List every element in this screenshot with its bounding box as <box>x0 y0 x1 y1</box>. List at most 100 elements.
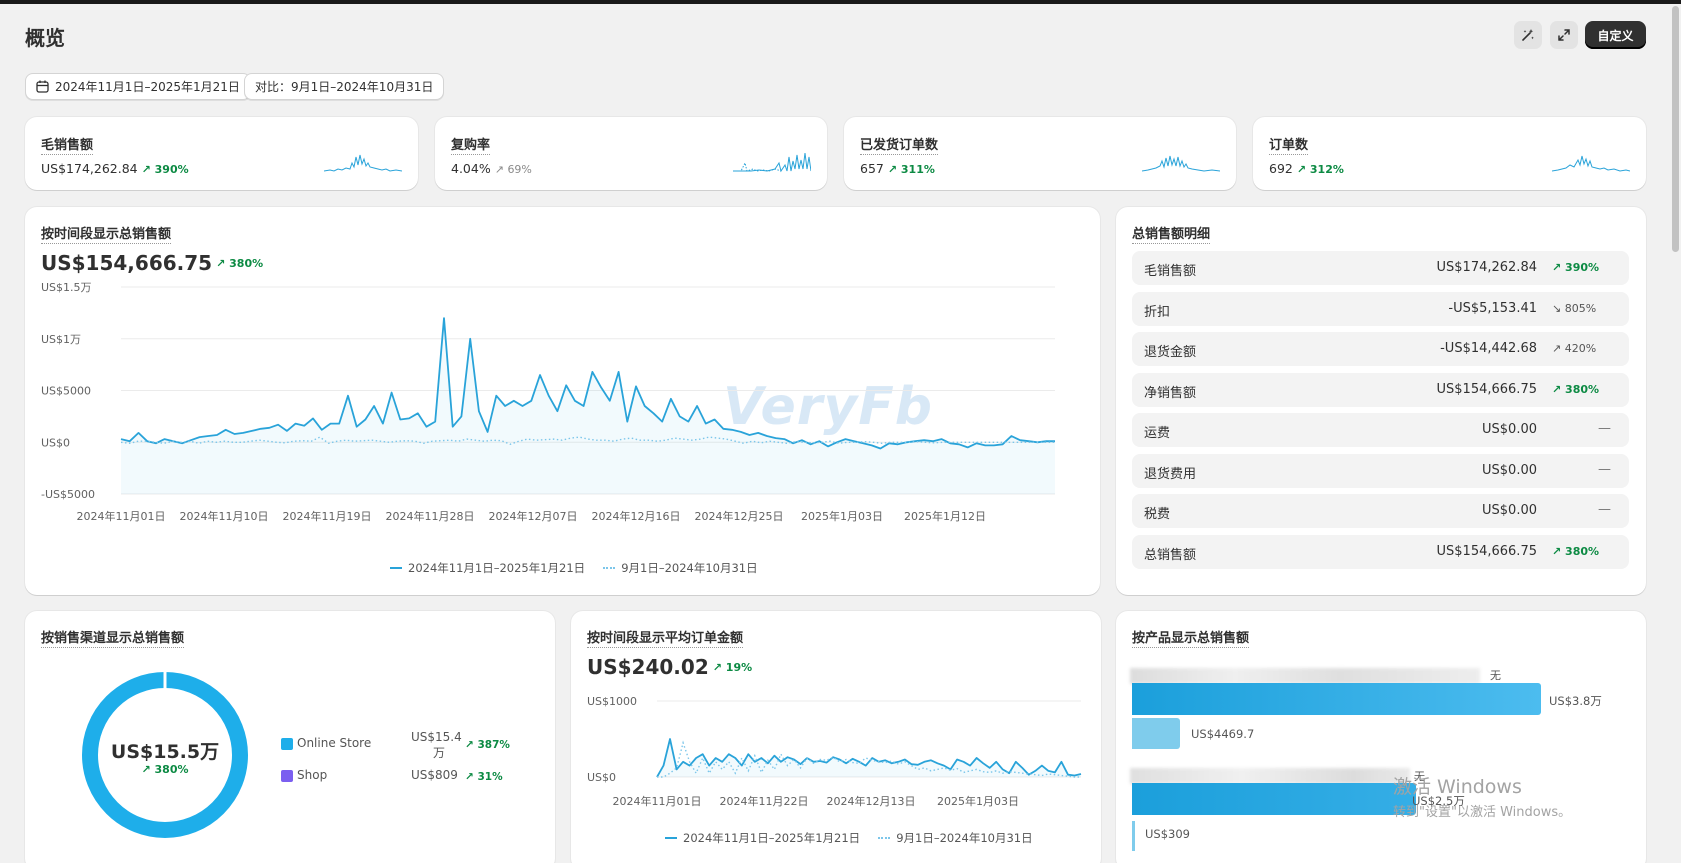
kpi-sparkline <box>1142 155 1220 172</box>
channel-delta: ↗ 31% <box>465 771 503 783</box>
channel-name: Shop <box>297 768 328 782</box>
legend-current-label: 2024年11月1日–2025年1月21日 <box>408 561 586 575</box>
product-bar-previous[interactable] <box>1132 821 1135 851</box>
kpi-title: 订单数 <box>1269 134 1309 155</box>
date-range-label: 2024年11月1日–2025年1月21日 <box>55 80 240 94</box>
breakdown-row[interactable]: 退货费用 US$0.00 — <box>1132 453 1629 488</box>
y-tick-label: -US$5000 <box>41 488 95 501</box>
kpi-delta: ↗ 69% <box>494 163 532 176</box>
breakdown-label: 折扣 <box>1144 304 1171 320</box>
card-title: 按销售渠道显示总销售额 <box>41 627 185 648</box>
channel-swatch-shop <box>281 770 293 782</box>
breakdown-value: US$0.00 <box>1482 462 1537 478</box>
breakdown-row[interactable]: 净销售额 US$154,666.75 ↗ 380% <box>1132 372 1629 407</box>
breakdown-label: 税费 <box>1144 507 1171 522</box>
product-bar-label: US$309 <box>1145 827 1190 841</box>
customize-button[interactable]: 自定义 <box>1585 21 1646 49</box>
breakdown-label: 运费 <box>1144 426 1171 441</box>
donut-center-delta: ↗ 380% <box>141 763 189 776</box>
breakdown-label: 毛销售额 <box>1144 264 1197 279</box>
breakdown-delta: ↗ 380% <box>1552 544 1600 558</box>
calendar-icon <box>36 80 49 93</box>
product-bar-current[interactable] <box>1132 683 1541 715</box>
breakdown-value: -US$14,442.68 <box>1440 341 1537 356</box>
product-name-blurred <box>1130 668 1480 684</box>
kpi-title: 毛销售额 <box>41 134 94 155</box>
expand-icon <box>1558 29 1570 41</box>
page-title: 概览 <box>25 26 65 50</box>
page-scrollbar[interactable] <box>1670 4 1681 863</box>
kpi-card-shipped-orders[interactable]: 已发货订单数 657 ↗ 311% <box>844 117 1236 190</box>
x-tick-label: 2024年11月28日 <box>386 509 475 523</box>
product-bar-previous[interactable] <box>1132 718 1180 749</box>
legend-previous-label: 9月1日–2024年10月31日 <box>896 831 1033 845</box>
sales-by-product-card: 按产品显示总销售额 无 US$3.8万 US$4469.7 无 US$2.5万 … <box>1116 611 1646 863</box>
kpi-value: 657 <box>860 161 884 176</box>
x-tick-label: 2024年12月16日 <box>592 509 681 523</box>
legend-previous-swatch <box>603 567 616 569</box>
product-bar-current[interactable] <box>1132 783 1416 815</box>
breakdown-label: 净销售额 <box>1144 385 1197 401</box>
series-area <box>657 739 1081 777</box>
breakdown-delta: ↗ 380% <box>1552 382 1600 396</box>
breakdown-row[interactable]: 运费 US$0.00 — <box>1132 413 1629 447</box>
x-tick-label: 2024年12月25日 <box>695 509 784 523</box>
breakdown-value: -US$5,153.41 <box>1448 300 1537 316</box>
legend-previous-swatch <box>878 837 891 839</box>
card-title: 总销售额明细 <box>1132 223 1211 244</box>
kpi-value: 692 <box>1269 161 1293 176</box>
x-tick-label: 2024年11月19日 <box>283 509 372 523</box>
breakdown-row[interactable]: 毛销售额 US$174,262.84 ↗ 390% <box>1132 251 1629 285</box>
breakdown-value: US$154,666.75 <box>1436 543 1537 559</box>
breakdown-value: US$0.00 <box>1482 503 1537 518</box>
activation-line2: 转到"设置"以激活 Windows。 <box>1393 805 1572 820</box>
kpi-card-orders[interactable]: 订单数 692 ↗ 312% <box>1253 117 1646 190</box>
chart-legend: 2024年11月1日–2025年1月21日 9月1日–2024年10月31日 <box>665 830 1033 846</box>
x-tick-label: 2024年12月07日 <box>489 509 578 523</box>
product-tag: 无 <box>1490 669 1501 682</box>
breakdown-row[interactable]: 折扣 -US$5,153.41 ↘ 805% <box>1132 291 1629 326</box>
breakdown-delta: — <box>1598 461 1611 477</box>
compare-period-picker[interactable]: 对比：9月1日–2024年10月31日 <box>244 73 445 100</box>
aov-line-chart[interactable]: US$1000 US$0 2024年11月01日 2024年11月22日 2024年12… <box>571 611 1101 863</box>
sparkle-edit-icon <box>1522 29 1534 41</box>
sales-by-channel-card: 按销售渠道显示总销售额 US$15.5万 ↗ 380% Online Store… <box>25 611 555 863</box>
breakdown-delta: ↗ 390% <box>1552 261 1600 274</box>
product-bar-label: US$3.8万 <box>1549 694 1602 708</box>
product-bar-label: US$4469.7 <box>1191 727 1255 741</box>
expand-button[interactable] <box>1550 21 1578 49</box>
avg-order-value-card: 按时间段显示平均订单金额 US$240.02 ↗ 19% US$1000 US$0 2… <box>571 611 1101 863</box>
scrollbar-thumb[interactable] <box>1672 6 1679 252</box>
kpi-value: 4.04% <box>451 161 491 176</box>
breakdown-delta: ↗ 420% <box>1552 342 1597 355</box>
x-tick-label: 2024年11月22日 <box>720 794 809 808</box>
kpi-sparkline <box>1552 155 1630 172</box>
breakdown-value: US$154,666.75 <box>1436 381 1537 397</box>
y-tick-label: US$1万 <box>41 333 81 346</box>
date-range-picker[interactable]: 2024年11月1日–2025年1月21日 <box>25 73 251 100</box>
breakdown-value: US$174,262.84 <box>1436 260 1537 275</box>
breakdown-row[interactable]: 退货金额 -US$14,442.68 ↗ 420% <box>1132 332 1629 366</box>
kpi-title: 复购率 <box>451 134 491 155</box>
y-tick-label: US$1000 <box>587 695 637 708</box>
channel-delta: ↗ 387% <box>465 739 510 751</box>
kpi-card-repurchase-rate[interactable]: 复购率 4.04% ↗ 69% <box>435 117 827 190</box>
breakdown-label: 退货费用 <box>1144 466 1197 482</box>
product-name-blurred <box>1130 768 1410 784</box>
sales-line-chart[interactable]: US$1.5万 US$1万 US$5000 US$0 -US$5000 2024年11月0… <box>25 207 1100 595</box>
y-tick-label: US$5000 <box>41 385 91 398</box>
window-top-edge <box>0 0 1681 4</box>
sales-breakdown-card: 总销售额明细 毛销售额 US$174,262.84 ↗ 390% 折扣 -US$5,15… <box>1116 207 1646 595</box>
x-tick-label: 2024年11月01日 <box>613 794 702 808</box>
channel-name: Online Store <box>297 736 372 750</box>
series-area <box>121 318 1055 494</box>
breakdown-value: US$0.00 <box>1482 422 1537 437</box>
sparkle-edit-button[interactable] <box>1514 21 1542 49</box>
kpi-card-gross-sales[interactable]: 毛销售额 US$174,262.84 ↗ 390% <box>25 117 418 190</box>
breakdown-row[interactable]: 税费 US$0.00 — <box>1132 494 1629 528</box>
breakdown-row[interactable]: 总销售额 US$154,666.75 ↗ 380% <box>1132 534 1629 569</box>
x-tick-label: 2024年11月10日 <box>180 509 269 523</box>
breakdown-delta: ↘ 805% <box>1552 301 1597 315</box>
y-tick-label: US$0 <box>41 436 70 449</box>
breakdown-label: 总销售额 <box>1144 547 1197 563</box>
